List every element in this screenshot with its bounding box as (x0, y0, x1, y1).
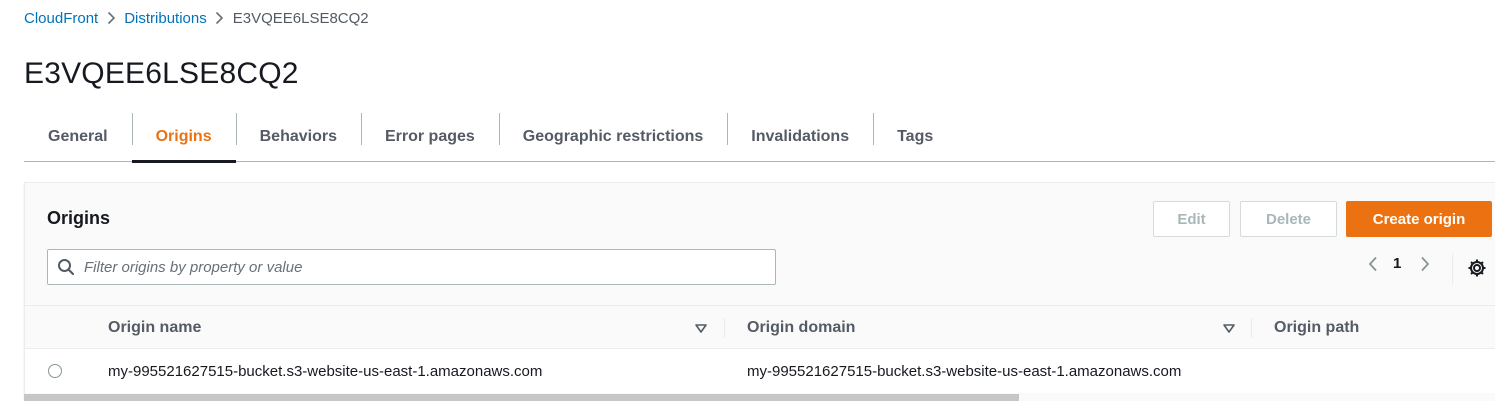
filter-box (47, 249, 776, 285)
tab-behaviors[interactable]: Behaviors (235, 112, 361, 162)
edit-button[interactable]: Edit (1153, 201, 1230, 237)
filter-origins-input[interactable] (84, 252, 775, 282)
tab-general[interactable]: General (24, 112, 132, 162)
pagination: 1 (1363, 255, 1435, 272)
row-select-radio[interactable] (48, 364, 62, 378)
sort-caret-down-icon[interactable] (1223, 321, 1235, 339)
search-icon (48, 258, 84, 276)
breadcrumb-current: E3VQEE6LSE8CQ2 (232, 9, 369, 27)
origins-table-container: Origins Edit Delete Create origin 1 Orig… (24, 182, 1495, 401)
table-row[interactable]: my-995521627515-bucket.s3-website-us-eas… (25, 349, 1495, 393)
table-header: Origin name Origin domain Origin path (25, 305, 1495, 349)
column-header-origin-name[interactable]: Origin name (108, 306, 201, 350)
chevron-left-icon[interactable] (1363, 256, 1383, 272)
breadcrumb-distributions-link[interactable]: Distributions (124, 10, 207, 27)
breadcrumb-cloudfront-link[interactable]: CloudFront (24, 10, 98, 27)
settings-gear-icon[interactable] (1467, 258, 1487, 278)
chevron-right-icon (98, 11, 124, 25)
tab-tags[interactable]: Tags (873, 112, 957, 162)
origins-section-title: Origins (47, 208, 111, 228)
column-header-origin-path[interactable]: Origin path (1274, 306, 1359, 350)
cell-origin-name: my-995521627515-bucket.s3-website-us-eas… (108, 362, 543, 380)
column-divider (1251, 318, 1252, 338)
tab-geographic-restrictions[interactable]: Geographic restrictions (498, 112, 728, 162)
breadcrumb: CloudFront Distributions E3VQEE6LSE8CQ2 (24, 8, 369, 28)
pagination-divider (1452, 253, 1453, 285)
page-number[interactable]: 1 (1393, 255, 1401, 272)
column-divider (724, 318, 725, 338)
create-origin-button[interactable]: Create origin (1346, 201, 1492, 237)
chevron-right-icon[interactable] (1415, 256, 1435, 272)
horizontal-scrollbar[interactable] (24, 394, 1019, 401)
delete-button[interactable]: Delete (1240, 201, 1337, 237)
sort-caret-down-icon[interactable] (695, 321, 707, 339)
tab-error-pages[interactable]: Error pages (360, 112, 499, 162)
tab-origins[interactable]: Origins (131, 112, 236, 163)
column-header-origin-domain[interactable]: Origin domain (747, 306, 855, 350)
page-title: E3VQEE6LSE8CQ2 (24, 57, 299, 90)
tab-bar: General Origins Behaviors Error pages Ge… (24, 112, 1495, 163)
chevron-right-icon (207, 11, 233, 25)
tab-invalidations[interactable]: Invalidations (727, 112, 873, 162)
cell-origin-domain: my-995521627515-bucket.s3-website-us-eas… (747, 362, 1182, 380)
